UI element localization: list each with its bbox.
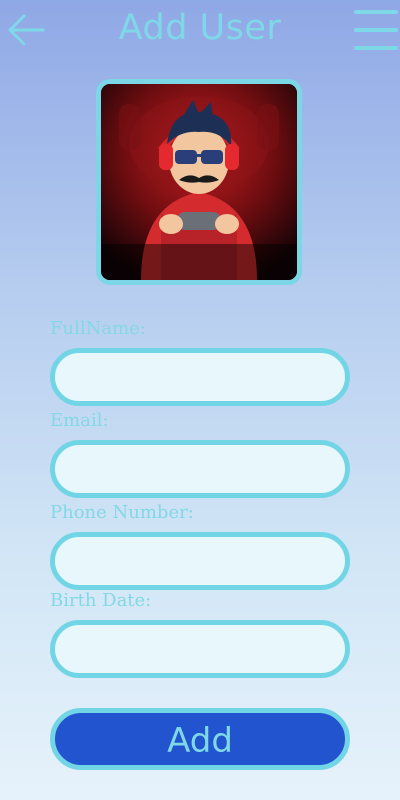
fullname-field[interactable]: [50, 348, 350, 406]
hamburger-menu-icon: [354, 10, 398, 14]
phone-label: Phone Number:: [50, 502, 194, 523]
fullname-label: FullName:: [50, 318, 146, 339]
gamer-avatar-image: [101, 84, 297, 280]
birth-date-field[interactable]: [50, 620, 350, 678]
birth-date-label: Birth Date:: [50, 590, 152, 611]
menu-button[interactable]: [354, 8, 398, 52]
email-label: Email:: [50, 410, 109, 431]
email-field[interactable]: [50, 440, 350, 498]
add-user-button[interactable]: Add: [50, 708, 350, 770]
page-title: Add User: [118, 8, 282, 48]
phone-number-field[interactable]: [50, 532, 350, 590]
avatar[interactable]: [96, 79, 302, 285]
